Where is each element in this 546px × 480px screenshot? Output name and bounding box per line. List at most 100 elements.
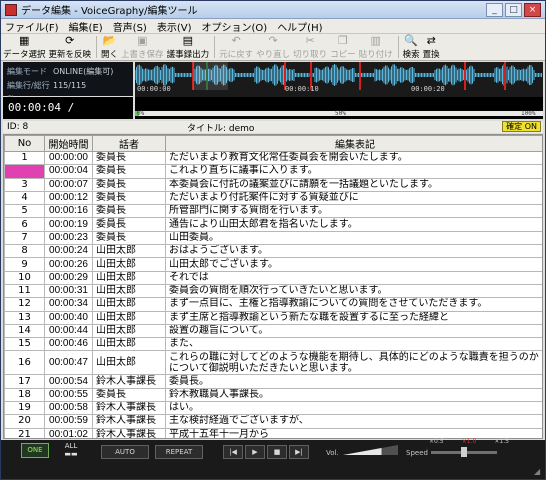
start-time-cell[interactable]: 00:00:59 xyxy=(44,414,93,429)
skip-back-button[interactable]: |◀ xyxy=(223,445,243,459)
column-header-text[interactable]: 編集表記 xyxy=(165,135,542,152)
speaker-cell[interactable]: 山田太郎 xyxy=(92,257,166,272)
speaker-cell[interactable]: 山田太郎 xyxy=(92,244,166,259)
cut-button[interactable]: ✂ 切り取り xyxy=(293,34,327,61)
start-time-cell[interactable]: 00:00:07 xyxy=(44,177,93,192)
speaker-cell[interactable]: 委員長 xyxy=(92,164,166,179)
menu-view[interactable]: 表示(V) xyxy=(157,19,192,34)
row-number-cell[interactable]: 6 xyxy=(4,217,45,232)
speaker-cell[interactable]: 山田太郎 xyxy=(92,323,166,339)
speaker-cell[interactable]: 鈴木人事課長 xyxy=(92,374,166,389)
start-time-cell[interactable]: 00:00:54 xyxy=(44,374,93,389)
text-cell[interactable]: これらの職に対してどのような機能を期待し、具体的にどのような職責を担うのかについ… xyxy=(165,350,542,376)
row-number-cell[interactable]: 10 xyxy=(4,270,45,285)
speaker-cell[interactable]: 委員長 xyxy=(92,190,166,206)
text-cell[interactable]: 所管部門に関する質問を行います。 xyxy=(165,204,542,219)
text-cell[interactable]: 山田太郎でございます。 xyxy=(165,257,542,272)
table-row[interactable]: 15 00:00:46 山田太郎 また、 xyxy=(4,337,542,352)
menu-edit[interactable]: 編集(E) xyxy=(69,19,103,34)
table-row[interactable]: 3 00:00:07 委員長 本委員会に付託の議案並びに請願を一括議題といたします。 xyxy=(4,177,542,192)
start-time-cell[interactable]: 00:00:46 xyxy=(44,337,93,352)
row-number-cell[interactable]: 5 xyxy=(4,204,45,219)
table-row[interactable]: 18 00:00:55 委員長 鈴木教職員人事課長。 xyxy=(4,387,542,403)
start-time-cell[interactable]: 00:00:24 xyxy=(44,244,93,259)
redo-button[interactable]: ↷ やり直し xyxy=(256,34,290,61)
row-number-cell[interactable]: 12 xyxy=(4,297,45,312)
speaker-cell[interactable]: 鈴木人事課長 xyxy=(92,427,166,438)
table-row[interactable]: 6 00:00:19 委員長 通告により山田太郎君を指名いたします。 xyxy=(4,217,542,232)
start-time-cell[interactable]: 00:01:02 xyxy=(44,427,93,438)
row-number-cell[interactable]: 8 xyxy=(4,244,45,259)
speaker-cell[interactable]: 委員長 xyxy=(92,177,166,192)
table-row[interactable]: 19 00:00:58 鈴木人事課長 はい。 xyxy=(4,401,542,416)
row-number-cell[interactable]: 21 xyxy=(4,427,45,438)
speaker-cell[interactable]: 山田太郎 xyxy=(92,310,166,325)
table-row[interactable]: 7 00:00:23 委員長 山田委員。 xyxy=(4,230,542,246)
row-number-cell[interactable]: 17 xyxy=(4,374,45,389)
start-time-cell[interactable]: 00:00:04 xyxy=(44,164,93,179)
text-cell[interactable]: 委員会の質問を順次行っていきたいと思います。 xyxy=(165,283,542,299)
table-row[interactable]: 5 00:00:16 委員長 所管部門に関する質問を行います。 xyxy=(4,204,542,219)
row-number-cell[interactable]: 3 xyxy=(4,177,45,192)
table-row[interactable]: 12 00:00:34 山田太郎 まず一点目に、主権と指導教諭についての質問をさせてい… xyxy=(4,297,542,312)
text-cell[interactable]: また、 xyxy=(165,337,542,352)
speaker-cell[interactable]: 山田太郎 xyxy=(92,337,166,352)
paste-button[interactable]: ▥ 貼り付け xyxy=(359,34,393,61)
row-number-cell[interactable]: 20 xyxy=(4,414,45,429)
speaker-cell[interactable]: 鈴木人事課長 xyxy=(92,401,166,416)
start-time-cell[interactable]: 00:00:34 xyxy=(44,297,93,312)
row-number-cell[interactable]: 15 xyxy=(4,337,45,352)
speaker-cell[interactable]: 委員長 xyxy=(92,217,166,232)
menu-file[interactable]: ファイル(F) xyxy=(5,19,59,34)
table-row[interactable]: 17 00:00:54 鈴木人事課長 委員長。 xyxy=(4,374,542,389)
table-row[interactable]: 2 00:00:04 委員長 これより直ちに議事に入ります。 xyxy=(4,164,542,179)
table-row[interactable]: 16 00:00:47 山田太郎 これらの職に対してどのような機能を期待し、具体的にど… xyxy=(4,350,542,376)
table-row[interactable]: 1 00:00:00 委員長 ただいまより教育文化常任委員会を開会いたします。 xyxy=(4,150,542,166)
resize-grip-icon[interactable]: ◢ xyxy=(534,468,544,478)
volume-slider[interactable] xyxy=(343,443,398,457)
refresh-button[interactable]: ⟳ 更新を反映 xyxy=(49,34,92,61)
start-time-cell[interactable]: 00:00:31 xyxy=(44,283,93,299)
menu-audio[interactable]: 音声(S) xyxy=(113,19,147,34)
row-number-cell[interactable]: 2 xyxy=(4,164,45,179)
row-number-cell[interactable]: 11 xyxy=(4,283,45,299)
start-time-cell[interactable]: 00:00:29 xyxy=(44,270,93,285)
stop-button[interactable]: ■ xyxy=(267,445,287,459)
row-number-cell[interactable]: 16 xyxy=(4,350,45,376)
text-cell[interactable]: 山田委員。 xyxy=(165,230,542,246)
row-number-cell[interactable]: 1 xyxy=(4,150,45,166)
table-row[interactable]: 8 00:00:24 山田太郎 おはようございます。 xyxy=(4,244,542,259)
text-cell[interactable]: はい。 xyxy=(165,401,542,416)
text-cell[interactable]: まず主席と指導教諭という新たな職を設置するに至った経緯と xyxy=(165,310,542,325)
text-cell[interactable]: 通告により山田太郎君を指名いたします。 xyxy=(165,217,542,232)
text-cell[interactable]: 設置の趣旨について。 xyxy=(165,323,542,339)
close-button[interactable]: × xyxy=(524,3,541,17)
title-bar[interactable]: データ編集 - VoiceGraphy/編集ツール _ □ × xyxy=(1,1,545,19)
table-row[interactable]: 4 00:00:12 委員長 ただいまより付託案件に対する質疑並びに xyxy=(4,190,542,206)
speaker-cell[interactable]: 鈴木人事課長 xyxy=(92,414,166,429)
row-number-cell[interactable]: 4 xyxy=(4,190,45,206)
speaker-cell[interactable]: 委員長 xyxy=(92,204,166,219)
table-row[interactable]: 13 00:00:40 山田太郎 まず主席と指導教諭という新たな職を設置するに至った経… xyxy=(4,310,542,325)
play-button[interactable]: ▶ xyxy=(245,445,265,459)
minimize-button[interactable]: _ xyxy=(486,3,503,17)
text-cell[interactable]: おはようございます。 xyxy=(165,244,542,259)
text-cell[interactable]: 鈴木教職員人事課長。 xyxy=(165,387,542,403)
start-time-cell[interactable]: 00:00:55 xyxy=(44,387,93,403)
menu-options[interactable]: オプション(O) xyxy=(202,19,268,34)
column-header-start-time[interactable]: 開始時間 xyxy=(44,135,93,152)
row-number-cell[interactable]: 7 xyxy=(4,230,45,246)
data-select-button[interactable]: ▦ データ選択 xyxy=(3,34,46,61)
start-time-cell[interactable]: 00:00:23 xyxy=(44,230,93,246)
skip-forward-button[interactable]: ▶| xyxy=(289,445,309,459)
row-number-cell[interactable]: 14 xyxy=(4,323,45,339)
row-number-cell[interactable]: 13 xyxy=(4,310,45,325)
speaker-cell[interactable]: 山田太郎 xyxy=(92,270,166,285)
start-time-cell[interactable]: 00:00:58 xyxy=(44,401,93,416)
transcript-table-container[interactable]: No 開始時間 話者 編集表記 1 00:00:00 委員長 ただいまより教育文化常任… xyxy=(3,134,543,439)
speaker-cell[interactable]: 山田太郎 xyxy=(92,350,166,376)
table-row[interactable]: 20 00:00:59 鈴木人事課長 主な検討経過でございますが、 xyxy=(4,414,542,429)
speaker-cell[interactable]: 委員長 xyxy=(92,387,166,403)
undo-button[interactable]: ↶ 元に戻す xyxy=(219,34,253,61)
start-time-cell[interactable]: 00:00:47 xyxy=(44,350,93,376)
